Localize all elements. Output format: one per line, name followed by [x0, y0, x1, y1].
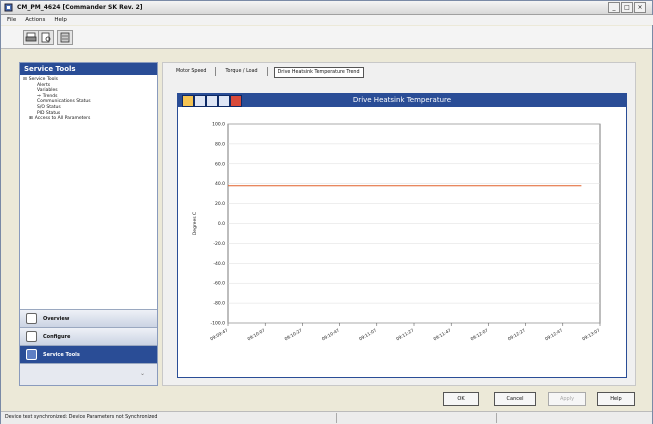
- x-tick-label: 09:11:47: [432, 327, 452, 342]
- tree-item-label: Service Tools: [28, 77, 58, 82]
- x-tick-label: 09:12:27: [507, 327, 527, 342]
- y-tick-label: 20.0: [215, 201, 225, 207]
- nav-configure-button[interactable]: Configure: [20, 327, 157, 345]
- print-icon: [25, 32, 37, 42]
- nav-overview-label: Overview: [43, 315, 70, 322]
- x-tick-label: 09:10:47: [321, 327, 341, 342]
- menu-help[interactable]: Help: [54, 15, 67, 25]
- nav-service-tools-label: Service Tools: [43, 351, 80, 358]
- status-text: Device text synchronized: Device Paramet…: [5, 415, 158, 420]
- service-tools-tree: ⊟ Service Tools Alerts Variables ⇒ Trends Comm…: [20, 75, 157, 122]
- chevron-down-icon[interactable]: ⌄: [140, 370, 145, 377]
- database-icon: [60, 32, 70, 43]
- navigation-pane: Service Tools ⊟ Service Tools Alerts Variab…: [19, 62, 158, 386]
- ok-button[interactable]: OK: [443, 392, 479, 406]
- x-tick-label: 09:11:27: [395, 327, 415, 342]
- chart-header: Drive Heatsink Temperature: [178, 94, 626, 107]
- service-tools-icon: [26, 349, 37, 360]
- trend-tabs: Motor Speed Torque / Load Drive Heatsink…: [173, 67, 364, 78]
- database-button[interactable]: [57, 30, 73, 45]
- y-tick-label: 80.0: [215, 141, 225, 147]
- tab-divider: [266, 67, 268, 76]
- toolbar: [1, 26, 652, 49]
- x-tick-label: 09:13:07: [581, 327, 601, 342]
- status-divider: [336, 413, 337, 423]
- app-window: CM_PM_4624 [Commander SK Rev. 2] _ □ × F…: [0, 0, 653, 424]
- x-tick-label: 09:11:07: [358, 327, 378, 342]
- status-bar: Device text synchronized: Device Paramet…: [1, 411, 652, 424]
- trend-chart-panel: Drive Heatsink Temperature 100.0 80.0 60.0…: [177, 93, 627, 378]
- x-tick-label: 09:12:47: [544, 327, 564, 342]
- y-tick-label: -40.0: [213, 261, 225, 267]
- tree-expander-icon[interactable]: ⊞: [29, 116, 33, 121]
- navigation-pane-title: Service Tools: [20, 63, 157, 75]
- y-tick-label: 0.0: [218, 221, 225, 227]
- trend-chart: 100.0 80.0 60.0 40.0 20.0 0.0 -20.0 -40.0 -60.0 -…: [192, 122, 601, 343]
- tree-item[interactable]: ⊞ Access to All Parameters: [23, 116, 157, 122]
- print-button[interactable]: [23, 30, 39, 45]
- print-preview-button[interactable]: [38, 30, 54, 45]
- x-tick-label: 09:09:47: [209, 327, 229, 342]
- title-bar: CM_PM_4624 [Commander SK Rev. 2] _ □ ×: [1, 1, 652, 15]
- y-tick-label: 40.0: [215, 181, 225, 187]
- tree-expander-icon[interactable]: ⊟: [23, 77, 27, 82]
- close-button[interactable]: ×: [634, 2, 646, 13]
- app-icon: [4, 3, 13, 12]
- y-tick-label: -100.0: [210, 321, 225, 327]
- menu-file[interactable]: File: [7, 15, 16, 25]
- tree-item-label: PID Status: [37, 110, 61, 116]
- y-tick-label: -60.0: [213, 281, 225, 287]
- cancel-button[interactable]: Cancel: [494, 392, 536, 406]
- nav-footer: ⌄: [20, 363, 157, 385]
- nav-overview-button[interactable]: Overview: [20, 309, 157, 327]
- apply-button[interactable]: Apply: [548, 392, 586, 406]
- tab-heatsink-temperature[interactable]: Drive Heatsink Temperature Trend: [273, 67, 364, 78]
- y-tick-label: 60.0: [215, 161, 225, 167]
- configure-icon: [26, 331, 37, 342]
- overview-icon: [26, 313, 37, 324]
- tree-item-label: Variables: [37, 88, 58, 94]
- tree-item-label: Communications Status: [37, 99, 91, 105]
- x-tick-label: 09:10:27: [284, 327, 304, 342]
- tree-item-label: Alerts: [37, 82, 51, 88]
- help-button[interactable]: Help: [597, 392, 635, 406]
- status-divider: [496, 413, 497, 423]
- nav-button-stack: Overview Configure Service Tools ⌄: [20, 309, 157, 385]
- y-tick-label: -80.0: [213, 301, 225, 307]
- tab-divider: [215, 67, 217, 76]
- y-axis-label: Degrees C: [192, 212, 198, 235]
- window-controls: _ □ ×: [608, 2, 646, 13]
- x-tick-label: 09:12:07: [470, 327, 490, 342]
- nav-service-tools-button[interactable]: Service Tools: [20, 345, 157, 363]
- y-tick-label: -20.0: [213, 241, 225, 247]
- content-pane: Motor Speed Torque / Load Drive Heatsink…: [162, 62, 636, 386]
- dialog-button-bar: OK Cancel Apply Help: [1, 389, 652, 409]
- window-title: CM_PM_4624 [Commander SK Rev. 2]: [17, 4, 143, 11]
- y-tick-label: 100.0: [212, 122, 225, 128]
- menu-bar: File Actions Help: [1, 15, 653, 25]
- maximize-button[interactable]: □: [621, 2, 633, 13]
- chart-title: Drive Heatsink Temperature: [352, 96, 452, 104]
- tab-motor-speed[interactable]: Motor Speed: [173, 67, 209, 76]
- nav-configure-label: Configure: [43, 333, 71, 340]
- menu-actions[interactable]: Actions: [25, 15, 45, 25]
- tree-item-label: Access to All Parameters: [34, 116, 91, 122]
- x-tick-label: 09:10:07: [246, 327, 266, 342]
- minimize-button[interactable]: _: [608, 2, 620, 13]
- print-preview-icon: [41, 32, 51, 43]
- tab-torque-load[interactable]: Torque / Load: [222, 67, 260, 76]
- tree-item-label: S/O Status: [37, 104, 61, 110]
